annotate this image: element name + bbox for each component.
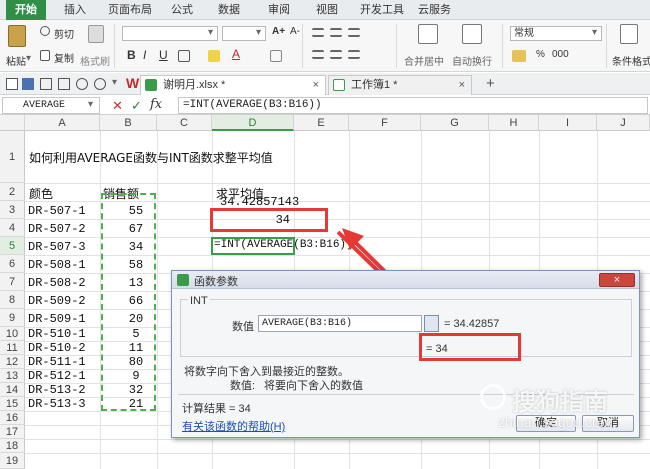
watermark-brand: 搜狗指南 <box>512 388 608 416</box>
collapse-range-button[interactable] <box>424 315 439 332</box>
function-help-link[interactable]: 有关该函数的帮助(H) <box>182 418 285 434</box>
argument-input[interactable]: AVERAGE(B3:B16) <box>258 315 422 332</box>
dialog-title-bar[interactable]: 函数参数 × <box>172 271 639 289</box>
dialog-title: 函数参数 <box>194 276 238 288</box>
watermark-logo-icon <box>480 384 506 410</box>
argument-result: = 34.42857 <box>444 318 500 330</box>
dialog-close-button[interactable]: × <box>599 273 635 287</box>
argument-description: 将要向下舍入的数值 <box>264 380 363 392</box>
watermark-url: zhinan.sogou.com <box>498 414 612 430</box>
spreadsheet-app-icon <box>177 274 189 286</box>
argument-description-label: 数值: <box>230 380 256 392</box>
function-name-label: INT <box>188 295 210 307</box>
calculation-result: 计算结果 = 34 <box>182 403 251 415</box>
argument-label: 数值 <box>232 321 254 333</box>
annotation-result-box <box>419 333 521 361</box>
